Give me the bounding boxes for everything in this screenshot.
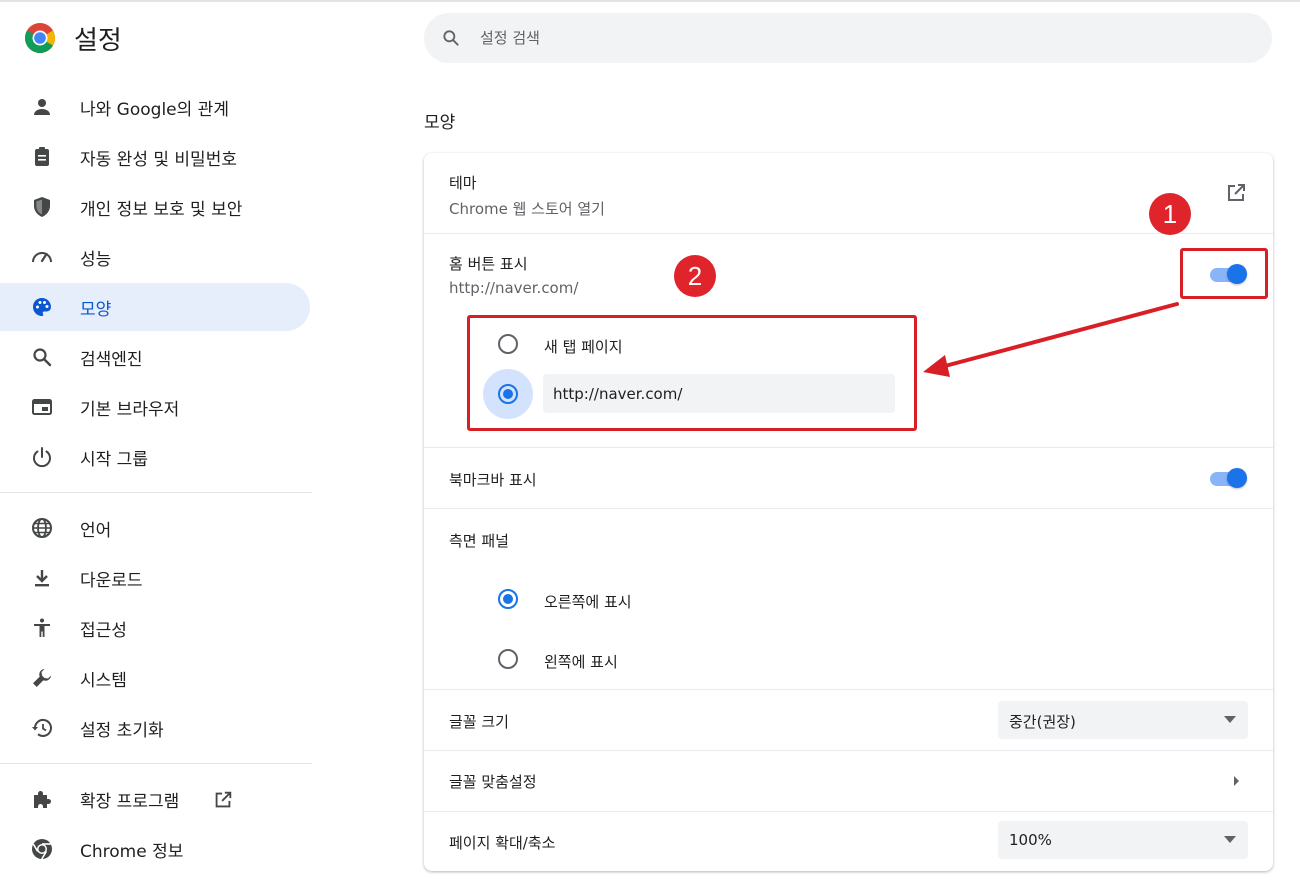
sidebar-item-languages[interactable]: 언어 bbox=[0, 504, 310, 552]
sidebar-item-label: 기본 브라우저 bbox=[80, 399, 180, 420]
sidebar-item-label: 시작 그룹 bbox=[80, 449, 148, 470]
side-panel-label: 측면 패널 bbox=[449, 532, 509, 550]
sidebar-item-label: 다운로드 bbox=[80, 570, 143, 591]
section-title: 모양 bbox=[424, 113, 456, 133]
bookmarks-bar-label: 북마크바 표시 bbox=[449, 471, 537, 489]
person-icon bbox=[34, 99, 50, 115]
row-divider bbox=[424, 508, 1273, 509]
sidebar-item-about-chrome[interactable]: Chrome 정보 bbox=[0, 825, 310, 873]
search-bar[interactable] bbox=[424, 13, 1272, 63]
theme-row[interactable]: 테마 Chrome 웹 스토어 열기 bbox=[424, 153, 1273, 233]
customize-fonts-label: 글꼴 맞춤설정 bbox=[449, 773, 537, 791]
sidebar-item-default-browser[interactable]: 기본 브라우저 bbox=[0, 383, 310, 431]
sidebar-item-search-engine[interactable]: 검색엔진 bbox=[0, 333, 310, 381]
history-icon bbox=[32, 719, 52, 737]
sidebar-item-you-and-google[interactable]: 나와 Google의 관계 bbox=[0, 83, 310, 131]
dropdown-arrow-icon bbox=[1224, 836, 1236, 843]
sidebar-item-extensions[interactable]: 확장 프로그램 bbox=[0, 775, 310, 823]
sidebar-item-label: Chrome 정보 bbox=[80, 841, 184, 862]
puzzle-icon bbox=[34, 791, 51, 808]
sidebar: 설정 나와 Google의 관계 자동 완성 및 비밀번호 개인 정보 보호 및… bbox=[0, 0, 312, 888]
home-button-label: 홈 버튼 표시 bbox=[449, 255, 528, 273]
home-button-sublabel: http://naver.com/ bbox=[449, 279, 579, 297]
palette-icon bbox=[33, 298, 51, 316]
app-header: 설정 bbox=[24, 18, 122, 58]
page-zoom-label: 페이지 확대/축소 bbox=[449, 834, 556, 852]
annotation-badge-1: 1 bbox=[1149, 193, 1191, 235]
page-title: 설정 bbox=[74, 25, 122, 56]
radio-side-panel-left[interactable] bbox=[498, 649, 518, 669]
globe-icon bbox=[32, 518, 52, 538]
sidebar-item-reset-settings[interactable]: 설정 초기화 bbox=[0, 704, 310, 752]
sidebar-divider bbox=[0, 763, 312, 764]
annotation-badge-2: 2 bbox=[674, 255, 716, 297]
annotation-highlight-options bbox=[467, 315, 917, 431]
page-zoom-select[interactable]: 100% bbox=[998, 821, 1248, 859]
sidebar-item-downloads[interactable]: 다운로드 bbox=[0, 554, 310, 602]
sidebar-item-label: 성능 bbox=[80, 249, 112, 270]
sidebar-item-label: 나와 Google의 관계 bbox=[80, 99, 229, 120]
speedometer-icon bbox=[32, 252, 52, 263]
power-icon bbox=[33, 447, 51, 468]
chrome-icon bbox=[32, 839, 52, 860]
theme-sublabel: Chrome 웹 스토어 열기 bbox=[449, 200, 605, 218]
download-icon bbox=[35, 570, 49, 587]
sidebar-item-label: 시스템 bbox=[80, 670, 127, 691]
theme-label: 테마 bbox=[449, 174, 477, 192]
sidebar-item-label: 개인 정보 보호 및 보안 bbox=[80, 199, 243, 220]
sidebar-item-system[interactable]: 시스템 bbox=[0, 654, 310, 702]
sidebar-divider bbox=[0, 492, 312, 493]
accessibility-icon bbox=[34, 618, 50, 637]
font-size-select[interactable]: 중간(권장) bbox=[998, 701, 1248, 739]
sidebar-item-on-startup[interactable]: 시작 그룹 bbox=[0, 433, 310, 481]
chrome-logo-icon bbox=[24, 23, 56, 54]
sidebar-item-accessibility[interactable]: 접근성 bbox=[0, 604, 310, 652]
sidebar-item-label: 언어 bbox=[80, 520, 112, 541]
search-input[interactable] bbox=[480, 13, 1240, 63]
annotation-highlight-toggle bbox=[1180, 248, 1268, 299]
search-icon bbox=[33, 348, 52, 367]
bookmarks-bar-toggle[interactable] bbox=[1208, 466, 1248, 490]
dropdown-arrow-icon bbox=[1224, 716, 1236, 723]
sidebar-item-label: 확장 프로그램 bbox=[80, 791, 180, 812]
appearance-settings-card: 테마 Chrome 웹 스토어 열기 홈 버튼 표시 http://naver.… bbox=[424, 153, 1273, 871]
sidebar-item-label: 설정 초기화 bbox=[80, 720, 164, 741]
open-in-new-icon bbox=[215, 791, 232, 808]
open-in-new-icon[interactable] bbox=[1224, 181, 1248, 205]
browser-icon bbox=[32, 399, 52, 415]
chevron-right-icon bbox=[1234, 776, 1239, 786]
customize-fonts-row[interactable]: 글꼴 맞춤설정 bbox=[424, 751, 1273, 811]
sidebar-item-label: 자동 완성 및 비밀번호 bbox=[80, 149, 237, 170]
clipboard-icon bbox=[35, 147, 49, 166]
sidebar-item-label: 검색엔진 bbox=[80, 349, 143, 370]
side-panel-right-label: 오른쪽에 표시 bbox=[544, 593, 632, 611]
row-divider bbox=[424, 689, 1273, 690]
shield-icon bbox=[34, 197, 50, 217]
sidebar-item-label: 모양 bbox=[80, 299, 112, 320]
toggle-knob bbox=[1227, 468, 1247, 488]
radio-side-panel-right[interactable] bbox=[498, 589, 518, 609]
sidebar-item-label: 접근성 bbox=[80, 620, 127, 641]
sidebar-item-appearance[interactable]: 모양 bbox=[0, 283, 310, 331]
sidebar-item-autofill[interactable]: 자동 완성 및 비밀번호 bbox=[0, 133, 310, 181]
row-divider bbox=[424, 811, 1273, 812]
sidebar-item-privacy[interactable]: 개인 정보 보호 및 보안 bbox=[0, 183, 310, 231]
side-panel-left-label: 왼쪽에 표시 bbox=[544, 653, 618, 671]
font-size-value: 중간(권장) bbox=[1009, 713, 1076, 731]
wrench-icon bbox=[33, 669, 51, 687]
font-size-label: 글꼴 크기 bbox=[449, 713, 509, 731]
row-divider bbox=[424, 447, 1273, 448]
row-divider bbox=[424, 233, 1273, 234]
sidebar-item-performance[interactable]: 성능 bbox=[0, 233, 310, 281]
page-zoom-value: 100% bbox=[1009, 831, 1052, 849]
search-icon bbox=[443, 30, 459, 46]
